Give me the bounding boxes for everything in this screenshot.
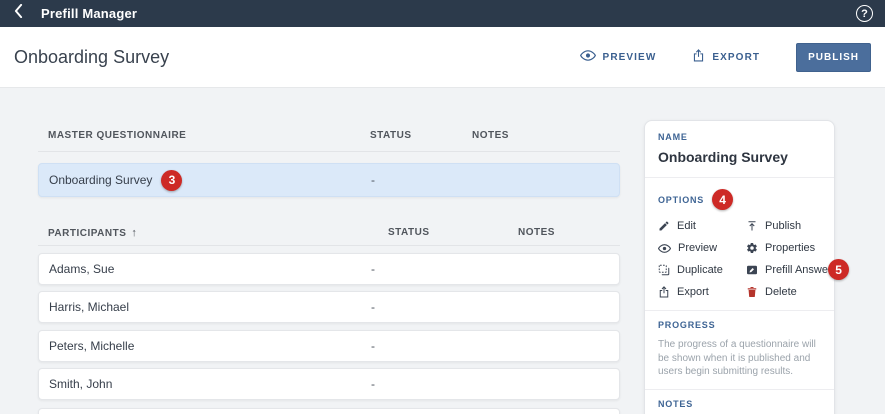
export-button-label: EXPORT bbox=[712, 52, 760, 63]
notes-section: NOTES bbox=[645, 389, 834, 414]
name-section-label: NAME bbox=[658, 132, 821, 142]
subheader-actions: PREVIEW EXPORT PUBLISH bbox=[580, 43, 871, 72]
option-label: Preview bbox=[678, 242, 717, 254]
participant-name: Smith, John bbox=[49, 377, 112, 391]
options-section: OPTIONS 4 Edit Publish bbox=[645, 177, 834, 310]
participants-table-divider bbox=[38, 245, 620, 246]
step-badge-5: 5 bbox=[828, 259, 849, 280]
questionnaire-name: Onboarding Survey bbox=[658, 149, 821, 165]
details-panel: NAME Onboarding Survey OPTIONS 4 Edit bbox=[644, 120, 835, 414]
progress-description: The progress of a questionnaire will be … bbox=[658, 338, 821, 379]
publish-button[interactable]: PUBLISH bbox=[796, 43, 871, 72]
participant-row[interactable]: Peters, Michelle - bbox=[38, 330, 620, 362]
progress-section: PROGRESS The progress of a questionnaire… bbox=[645, 310, 834, 389]
master-col-name: MASTER QUESTIONNAIRE bbox=[48, 130, 186, 141]
participant-status: - bbox=[371, 339, 375, 353]
eye-icon bbox=[658, 244, 671, 253]
master-row-onboarding-survey[interactable]: Onboarding Survey 3 - bbox=[38, 163, 620, 197]
participant-name: Harris, Michael bbox=[49, 300, 129, 314]
option-label: Duplicate bbox=[677, 264, 723, 276]
prefill-manager-app: Prefill Manager ? Onboarding Survey PREV… bbox=[0, 0, 885, 414]
duplicate-icon bbox=[658, 264, 670, 276]
export-icon bbox=[692, 49, 705, 65]
page-title: Onboarding Survey bbox=[14, 47, 169, 68]
participant-row[interactable]: Adams, Sue - bbox=[38, 253, 620, 285]
option-label: Export bbox=[677, 286, 709, 298]
master-col-status: STATUS bbox=[370, 130, 412, 141]
name-section: NAME Onboarding Survey bbox=[645, 121, 834, 177]
option-edit[interactable]: Edit bbox=[658, 220, 746, 232]
participant-status: - bbox=[371, 377, 375, 391]
gear-icon bbox=[746, 242, 758, 254]
option-label: Properties bbox=[765, 242, 815, 254]
participants-col-notes: NOTES bbox=[518, 227, 555, 238]
participant-status: - bbox=[371, 262, 375, 276]
eye-icon bbox=[580, 50, 596, 64]
master-table-divider bbox=[38, 151, 620, 152]
participant-status: - bbox=[371, 300, 375, 314]
options-grid: Edit Publish Preview bbox=[658, 220, 821, 298]
progress-section-label: PROGRESS bbox=[658, 320, 821, 330]
option-preview[interactable]: Preview bbox=[658, 242, 746, 254]
export-icon bbox=[658, 286, 670, 298]
trash-icon bbox=[746, 286, 758, 298]
option-label: Delete bbox=[765, 286, 797, 298]
chevron-left-icon bbox=[14, 4, 23, 23]
master-col-notes: NOTES bbox=[472, 130, 509, 141]
options-section-label: OPTIONS bbox=[658, 195, 704, 205]
participants-col-status: STATUS bbox=[388, 227, 430, 238]
step-badge-4: 4 bbox=[712, 189, 733, 210]
participant-row[interactable]: Harris, Michael - bbox=[38, 291, 620, 323]
help-button[interactable]: ? bbox=[856, 5, 873, 22]
option-label: Prefill Answers bbox=[765, 264, 837, 276]
option-label: Edit bbox=[677, 220, 696, 232]
participant-name: Adams, Sue bbox=[49, 262, 114, 276]
help-icon: ? bbox=[861, 8, 868, 20]
back-button[interactable] bbox=[12, 2, 25, 25]
option-prefill-answers[interactable]: Prefill Answers 5 bbox=[746, 264, 837, 276]
sort-ascending-icon[interactable]: ↑ bbox=[131, 227, 137, 239]
step-badge-3: 3 bbox=[161, 170, 182, 191]
prefill-answers-icon bbox=[746, 264, 758, 276]
master-row-status: - bbox=[371, 173, 375, 187]
option-label: Publish bbox=[765, 220, 801, 232]
publish-icon bbox=[746, 220, 758, 232]
participant-row[interactable]: Smith, John - bbox=[38, 368, 620, 400]
option-duplicate[interactable]: Duplicate bbox=[658, 264, 746, 276]
option-export[interactable]: Export bbox=[658, 286, 746, 298]
notes-section-label: NOTES bbox=[658, 399, 821, 409]
preview-button-label: PREVIEW bbox=[603, 52, 657, 63]
topbar: Prefill Manager ? bbox=[0, 0, 885, 27]
export-button[interactable]: EXPORT bbox=[692, 49, 760, 65]
subheader: Onboarding Survey PREVIEW EXPORT PUBLISH bbox=[0, 27, 885, 88]
main-content: MASTER QUESTIONNAIRE STATUS NOTES Onboar… bbox=[0, 88, 885, 414]
participants-col-name: PARTICIPANTS↑ bbox=[48, 227, 137, 239]
option-properties[interactable]: Properties bbox=[746, 242, 837, 254]
master-row-name: Onboarding Survey bbox=[49, 173, 152, 187]
preview-button[interactable]: PREVIEW bbox=[580, 50, 657, 64]
participant-name: Peters, Michelle bbox=[49, 339, 134, 353]
option-delete[interactable]: Delete bbox=[746, 286, 837, 298]
participant-row-partial[interactable] bbox=[38, 408, 620, 414]
pencil-icon bbox=[658, 220, 670, 232]
option-publish[interactable]: Publish bbox=[746, 220, 837, 232]
topbar-title: Prefill Manager bbox=[41, 6, 137, 21]
